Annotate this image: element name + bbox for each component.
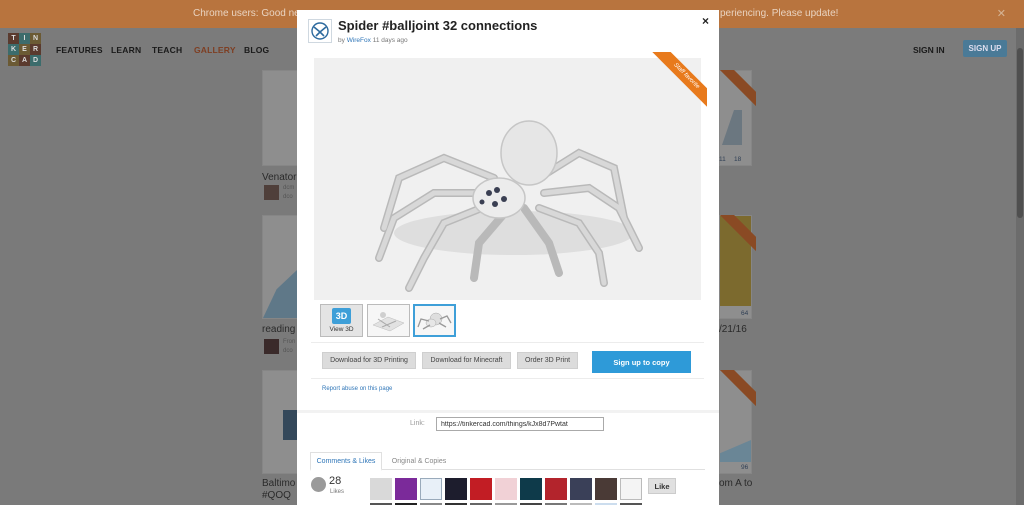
link-label: Link:: [410, 420, 425, 427]
tab-comments-likes[interactable]: Comments & Likes: [310, 452, 382, 471]
nav-blog[interactable]: BLOG: [244, 45, 269, 55]
liker-avatar[interactable]: [470, 478, 492, 500]
banner-close-icon[interactable]: ✕: [997, 7, 1006, 20]
liker-avatar[interactable]: [370, 478, 392, 500]
liker-avatar[interactable]: [570, 478, 592, 500]
preview-thumbnail[interactable]: [367, 304, 410, 337]
ribbon-label: Staff favorite: [650, 52, 707, 112]
banner-text-right: periencing. Please update!: [720, 8, 839, 19]
author-avatar[interactable]: [308, 19, 332, 43]
design-preview-image[interactable]: [314, 58, 701, 300]
likes-face-icon: [311, 477, 326, 492]
tinkercad-logo[interactable]: T I N K E R C A D: [8, 33, 41, 66]
design-detail-modal: Spider #balljoint 32 connections by Wire…: [297, 10, 719, 505]
gallery-card-author: Fron: [283, 339, 296, 345]
spider-model-illustration: [375, 120, 643, 292]
section-divider: [297, 410, 719, 413]
view-3d-label: View 3D: [329, 326, 354, 333]
likes-label: Likes: [330, 489, 345, 495]
tab-original-copies[interactable]: Original & Copies: [387, 452, 451, 471]
divider: [311, 378, 704, 379]
gallery-card-meta: dco: [283, 194, 293, 200]
sign-up-button[interactable]: SIGN UP: [963, 40, 1007, 57]
author-link[interactable]: WireFox: [347, 37, 371, 44]
logo-letter: K: [8, 44, 19, 55]
gallery-card-author: dcm: [283, 185, 295, 191]
page-scrollbar[interactable]: [1016, 28, 1024, 505]
gallery-card-stat: 18: [734, 156, 742, 163]
3d-badge-icon: 3D: [332, 308, 351, 324]
banner-text-left: Chrome users: Good news: [193, 8, 312, 19]
liker-avatar[interactable]: [595, 478, 617, 500]
gallery-card-title[interactable]: om A to: [719, 478, 752, 489]
liker-avatar[interactable]: [520, 478, 542, 500]
view-3d-button[interactable]: 3D View 3D: [320, 304, 363, 337]
liker-avatar[interactable]: [395, 478, 417, 500]
sign-in-link[interactable]: SIGN IN: [913, 45, 945, 55]
logo-letter: R: [30, 44, 41, 55]
nav-gallery[interactable]: GALLERY: [194, 45, 236, 55]
order-3d-print-button[interactable]: Order 3D Print: [517, 352, 578, 369]
like-button[interactable]: Like: [648, 478, 676, 494]
download-minecraft-button[interactable]: Download for Minecraft: [422, 352, 511, 369]
gallery-card[interactable]: [262, 70, 298, 166]
nav-learn[interactable]: LEARN: [111, 45, 141, 55]
preview-thumbnail-selected[interactable]: [413, 304, 456, 337]
share-link-field[interactable]: [436, 417, 604, 431]
gallery-card-avatar: [264, 339, 279, 354]
staff-favorite-ribbon: [718, 215, 756, 253]
byline-prefix: by: [338, 37, 345, 44]
divider: [311, 342, 704, 343]
gallery-card-title[interactable]: Venator: [262, 172, 296, 183]
gallery-card-title[interactable]: /21/16: [719, 324, 747, 335]
logo-letter: C: [8, 55, 19, 66]
scrollbar-thumb[interactable]: [1017, 48, 1023, 218]
gallery-card-stat: 64: [741, 310, 749, 317]
download-3d-printing-button[interactable]: Download for 3D Printing: [322, 352, 416, 369]
nav-teach[interactable]: TEACH: [152, 45, 182, 55]
logo-letter: T: [8, 33, 19, 44]
print-layout-thumbnail-icon: [372, 312, 405, 332]
likes-count: 28: [329, 475, 342, 487]
design-age: 11 days ago: [372, 37, 408, 44]
gallery-card-meta: dco: [283, 348, 293, 354]
logo-letter: N: [30, 33, 41, 44]
gallery-card-stat: 11: [719, 156, 726, 163]
report-abuse-link[interactable]: Report abuse on this page: [322, 386, 392, 392]
spider-thumbnail-icon: [417, 312, 452, 330]
staff-favorite-ribbon: [718, 70, 756, 108]
logo-letter: E: [19, 44, 30, 55]
gallery-card-title[interactable]: Baltimo: [262, 478, 295, 489]
logo-letter: I: [19, 33, 30, 44]
design-title: Spider #balljoint 32 connections: [338, 18, 538, 33]
liker-avatar[interactable]: [495, 478, 517, 500]
sign-up-to-copy-button[interactable]: Sign up to copy: [592, 351, 691, 373]
gallery-card-thumb: [283, 410, 297, 440]
staff-favorite-ribbon: Staff favorite: [645, 52, 707, 114]
liker-avatar[interactable]: [620, 478, 642, 500]
logo-letter: D: [30, 55, 41, 66]
gallery-card-title[interactable]: #QOQ: [262, 490, 291, 501]
fox-avatar-icon: [311, 22, 329, 40]
liker-avatar[interactable]: [420, 478, 442, 500]
design-byline: by WireFox 11 days ago: [338, 37, 408, 44]
liker-avatar[interactable]: [545, 478, 567, 500]
close-icon[interactable]: ×: [702, 14, 709, 28]
gallery-card-avatar: [264, 185, 279, 200]
gallery-card-title[interactable]: reading: [262, 324, 295, 335]
nav-features[interactable]: FEATURES: [56, 45, 103, 55]
logo-letter: A: [19, 55, 30, 66]
liker-avatar[interactable]: [445, 478, 467, 500]
staff-favorite-ribbon: [718, 370, 756, 408]
gallery-card-stat: 96: [741, 464, 749, 471]
